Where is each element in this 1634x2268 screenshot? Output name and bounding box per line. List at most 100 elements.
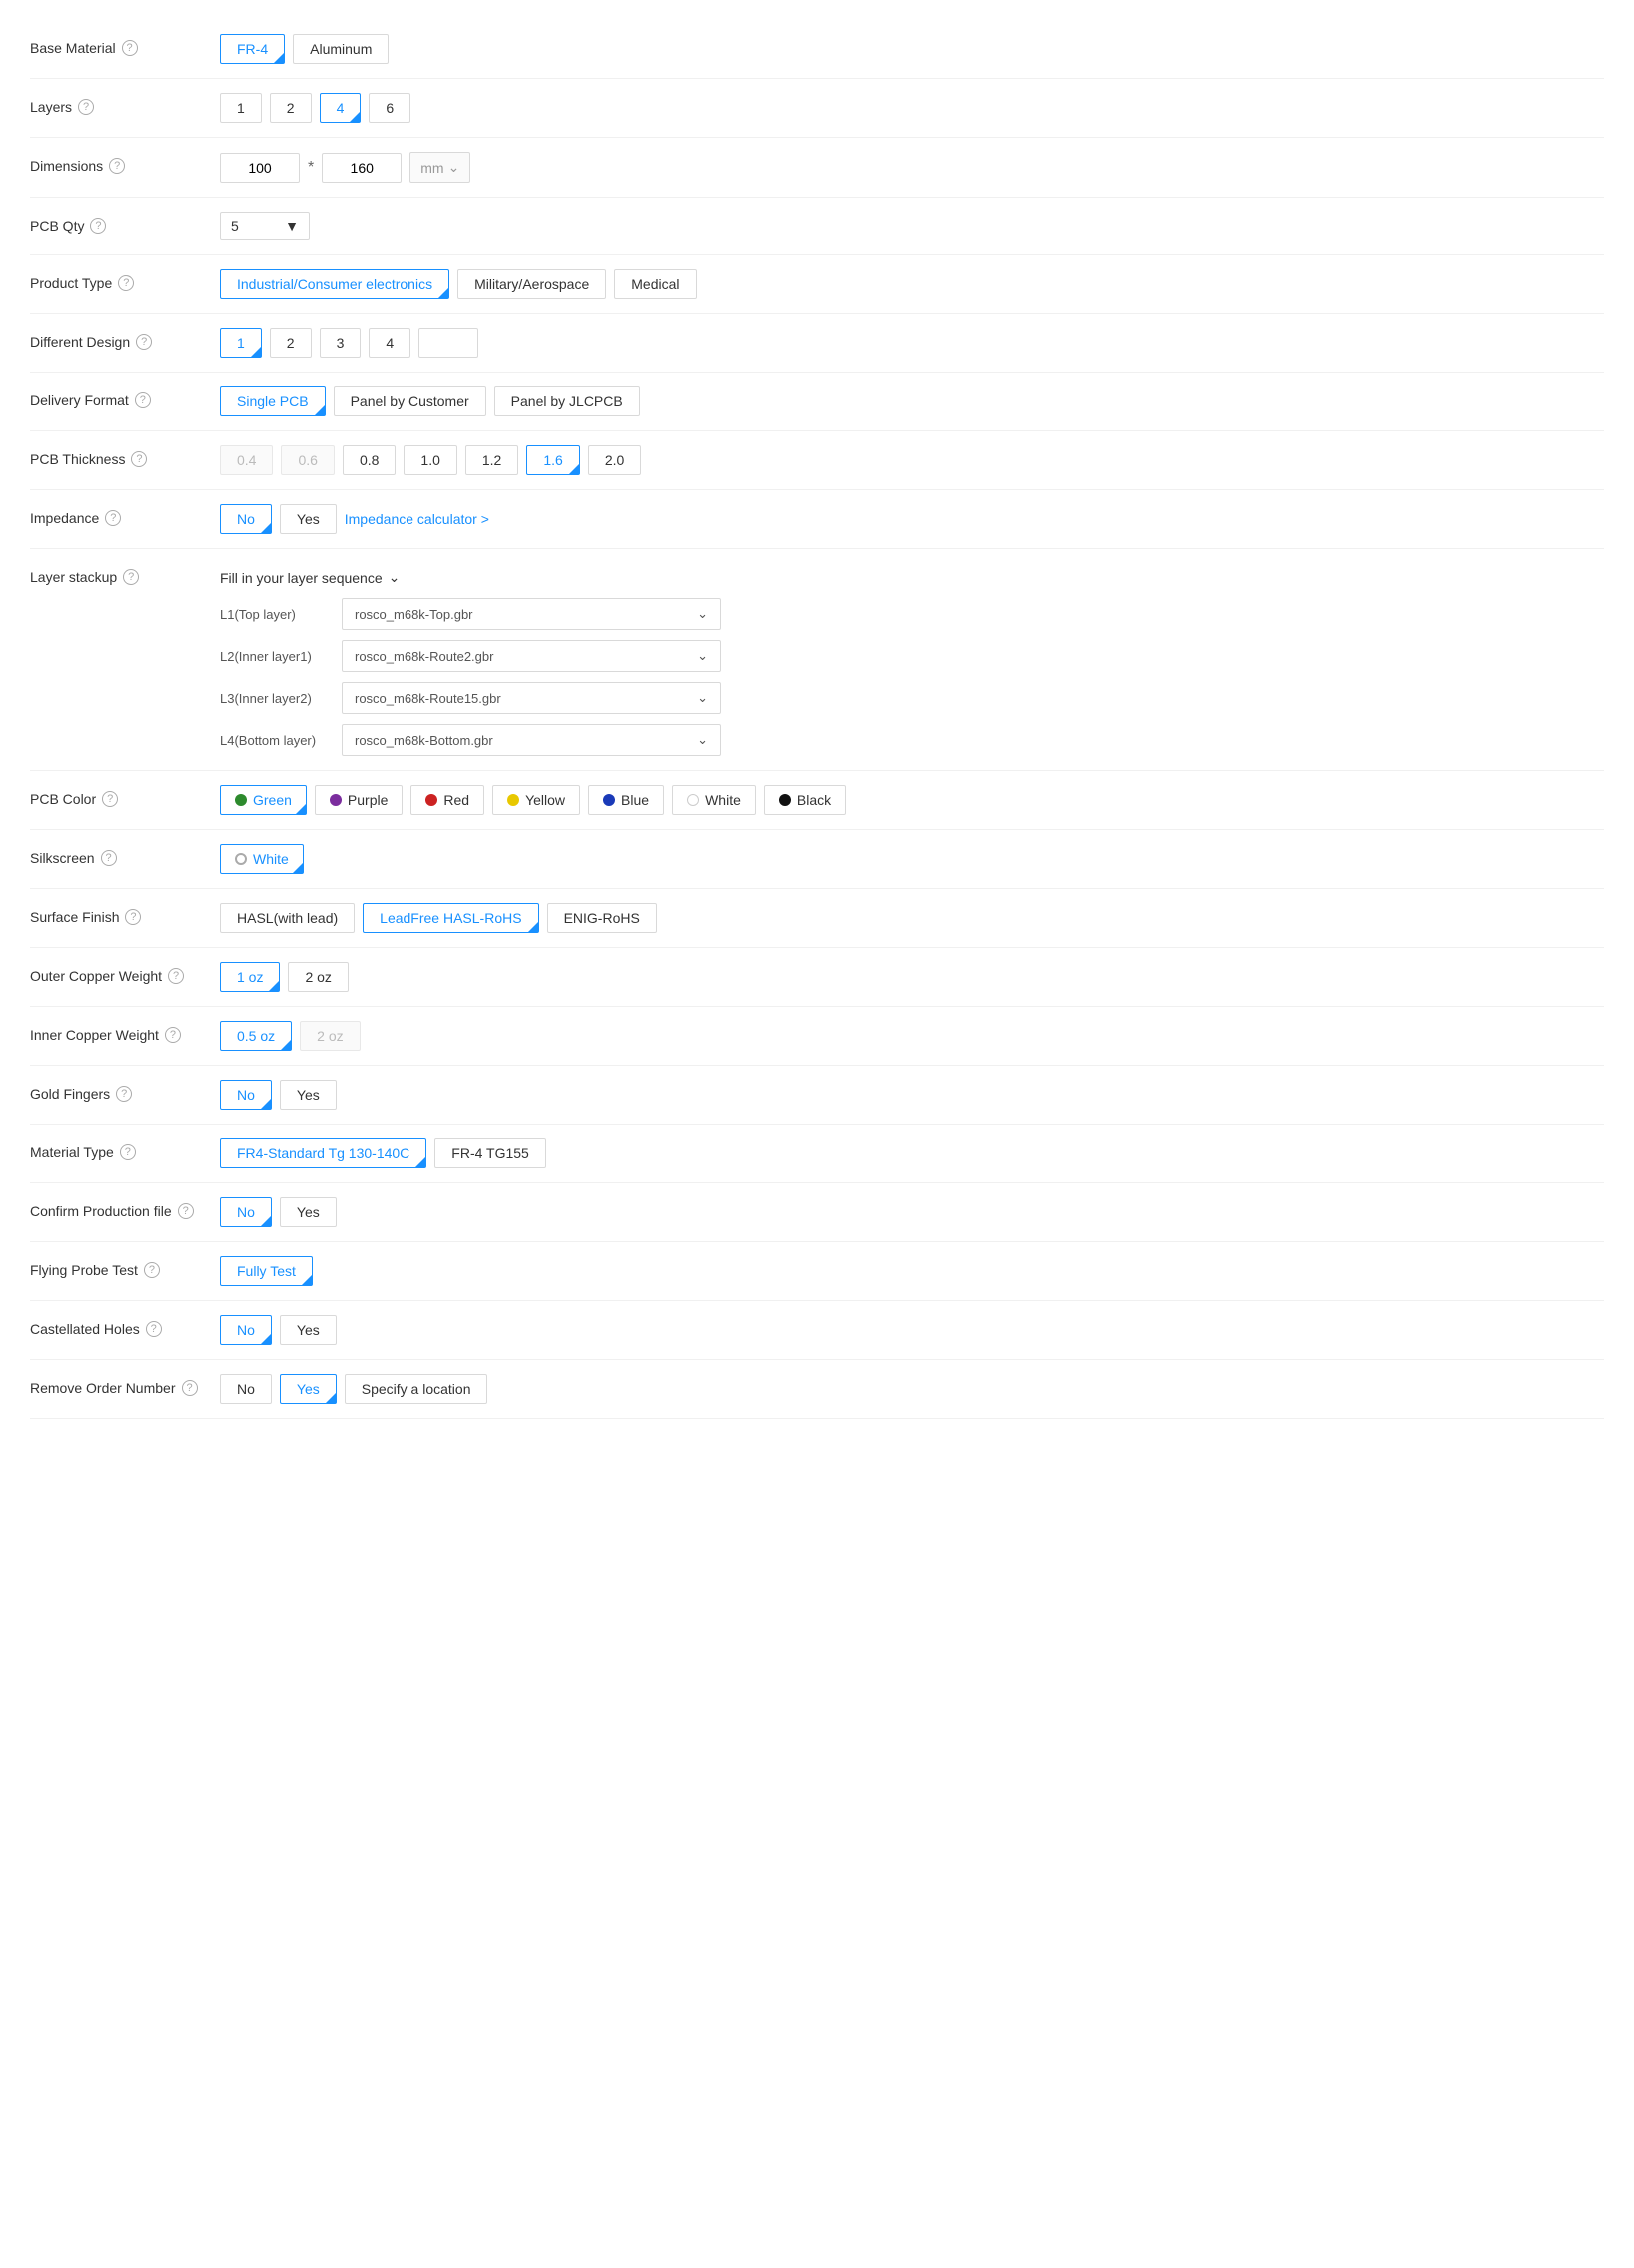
pcb-thickness-1.6[interactable]: 1.6 <box>526 445 579 475</box>
pcb-thickness-help[interactable]: ? <box>131 451 147 467</box>
base-material-aluminum[interactable]: Aluminum <box>293 34 389 64</box>
layer-stackup-header[interactable]: Fill in your layer sequence ⌄ <box>220 569 721 586</box>
layers-2[interactable]: 2 <box>270 93 312 123</box>
material-type-help[interactable]: ? <box>120 1144 136 1160</box>
gold-fingers-options: No Yes <box>220 1080 1604 1110</box>
silkscreen-help[interactable]: ? <box>101 850 117 866</box>
layer-stackup-row: Layer stackup ? Fill in your layer seque… <box>30 549 1604 771</box>
layer-l2-value: rosco_m68k-Route2.gbr <box>355 649 493 664</box>
pcb-color-purple[interactable]: Purple <box>315 785 403 815</box>
castellated-holes-help[interactable]: ? <box>146 1321 162 1337</box>
flying-probe-fully[interactable]: Fully Test <box>220 1256 313 1286</box>
gold-fingers-no[interactable]: No <box>220 1080 272 1110</box>
different-design-help[interactable]: ? <box>136 334 152 350</box>
layer-l4-select[interactable]: rosco_m68k-Bottom.gbr ⌄ <box>342 724 721 756</box>
pcb-color-white[interactable]: White <box>672 785 756 815</box>
castellated-holes-row: Castellated Holes ? No Yes <box>30 1301 1604 1360</box>
pcb-thickness-2.0[interactable]: 2.0 <box>588 445 641 475</box>
surface-finish-enig[interactable]: ENIG-RoHS <box>547 903 657 933</box>
inner-copper-help[interactable]: ? <box>165 1027 181 1043</box>
pcb-thickness-label: PCB Thickness ? <box>30 445 210 467</box>
layer-l2-select[interactable]: rosco_m68k-Route2.gbr ⌄ <box>342 640 721 672</box>
pcb-thickness-1.2[interactable]: 1.2 <box>465 445 518 475</box>
surface-finish-leadfree[interactable]: LeadFree HASL-RoHS <box>363 903 538 933</box>
product-type-help[interactable]: ? <box>118 275 134 291</box>
pcb-color-green[interactable]: Green <box>220 785 307 815</box>
dimensions-multiply: * <box>308 159 314 177</box>
silkscreen-row: Silkscreen ? White <box>30 830 1604 889</box>
layer-stackup-help[interactable]: ? <box>123 569 139 585</box>
castellated-holes-no[interactable]: No <box>220 1315 272 1345</box>
dimensions-height[interactable] <box>322 153 402 183</box>
layer-l1-select[interactable]: rosco_m68k-Top.gbr ⌄ <box>342 598 721 630</box>
base-material-options: FR-4 Aluminum <box>220 34 1604 64</box>
remove-order-number-specify[interactable]: Specify a location <box>345 1374 488 1404</box>
base-material-help[interactable]: ? <box>122 40 138 56</box>
remove-order-number-no[interactable]: No <box>220 1374 272 1404</box>
castellated-holes-yes[interactable]: Yes <box>280 1315 337 1345</box>
remove-order-number-help[interactable]: ? <box>182 1380 198 1396</box>
layer-l3-chevron: ⌄ <box>697 690 708 706</box>
product-type-military[interactable]: Military/Aerospace <box>457 269 606 299</box>
dimensions-unit[interactable]: mm ⌄ <box>409 152 470 183</box>
material-type-tg155[interactable]: FR-4 TG155 <box>434 1138 546 1168</box>
pcb-color-white-label: White <box>705 792 741 808</box>
layers-label: Layers ? <box>30 93 210 115</box>
different-design-custom[interactable] <box>418 328 478 358</box>
remove-order-number-row: Remove Order Number ? No Yes Specify a l… <box>30 1360 1604 1419</box>
gold-fingers-help[interactable]: ? <box>116 1086 132 1102</box>
different-design-1[interactable]: 1 <box>220 328 262 358</box>
silkscreen-white[interactable]: White <box>220 844 304 874</box>
surface-finish-help[interactable]: ? <box>125 909 141 925</box>
material-type-standard[interactable]: FR4-Standard Tg 130-140C <box>220 1138 426 1168</box>
delivery-format-single[interactable]: Single PCB <box>220 386 326 416</box>
different-design-4[interactable]: 4 <box>369 328 410 358</box>
product-type-industrial[interactable]: Industrial/Consumer electronics <box>220 269 449 299</box>
confirm-production-yes[interactable]: Yes <box>280 1197 337 1227</box>
pcb-color-help[interactable]: ? <box>102 791 118 807</box>
layers-help[interactable]: ? <box>78 99 94 115</box>
pcb-color-black[interactable]: Black <box>764 785 846 815</box>
different-design-label: Different Design ? <box>30 328 210 350</box>
pcb-color-blue[interactable]: Blue <box>588 785 664 815</box>
layers-4[interactable]: 4 <box>320 93 362 123</box>
delivery-format-help[interactable]: ? <box>135 392 151 408</box>
flying-probe-help[interactable]: ? <box>144 1262 160 1278</box>
pcb-qty-help[interactable]: ? <box>90 218 106 234</box>
confirm-production-row: Confirm Production file ? No Yes <box>30 1183 1604 1242</box>
base-material-fr4[interactable]: FR-4 <box>220 34 285 64</box>
surface-finish-hasl[interactable]: HASL(with lead) <box>220 903 355 933</box>
dimensions-width[interactable] <box>220 153 300 183</box>
pcb-color-red[interactable]: Red <box>410 785 484 815</box>
outer-copper-1oz[interactable]: 1 oz <box>220 962 280 992</box>
layer-l3-select[interactable]: rosco_m68k-Route15.gbr ⌄ <box>342 682 721 714</box>
confirm-production-label: Confirm Production file ? <box>30 1197 210 1219</box>
pcb-qty-select[interactable]: 5 ▼ <box>220 212 310 240</box>
product-type-medical[interactable]: Medical <box>614 269 696 299</box>
pcb-thickness-1.0[interactable]: 1.0 <box>404 445 456 475</box>
different-design-2[interactable]: 2 <box>270 328 312 358</box>
layers-6[interactable]: 6 <box>369 93 410 123</box>
inner-copper-0.5oz[interactable]: 0.5 oz <box>220 1021 292 1051</box>
different-design-row: Different Design ? 1 2 3 4 <box>30 314 1604 373</box>
outer-copper-2oz[interactable]: 2 oz <box>288 962 348 992</box>
pcb-thickness-0.6: 0.6 <box>281 445 334 475</box>
impedance-calculator-link[interactable]: Impedance calculator > <box>345 511 489 527</box>
delivery-format-panel-jlcpcb[interactable]: Panel by JLCPCB <box>494 386 640 416</box>
pcb-thickness-options: 0.4 0.6 0.8 1.0 1.2 1.6 2.0 <box>220 445 1604 475</box>
layers-1[interactable]: 1 <box>220 93 262 123</box>
delivery-format-panel-customer[interactable]: Panel by Customer <box>334 386 486 416</box>
purple-dot <box>330 794 342 806</box>
outer-copper-help[interactable]: ? <box>168 968 184 984</box>
impedance-help[interactable]: ? <box>105 510 121 526</box>
confirm-production-help[interactable]: ? <box>178 1203 194 1219</box>
pcb-thickness-0.8[interactable]: 0.8 <box>343 445 396 475</box>
different-design-3[interactable]: 3 <box>320 328 362 358</box>
dimensions-help[interactable]: ? <box>109 158 125 174</box>
impedance-no[interactable]: No <box>220 504 272 534</box>
gold-fingers-yes[interactable]: Yes <box>280 1080 337 1110</box>
confirm-production-no[interactable]: No <box>220 1197 272 1227</box>
remove-order-number-yes[interactable]: Yes <box>280 1374 337 1404</box>
impedance-yes[interactable]: Yes <box>280 504 337 534</box>
pcb-color-yellow[interactable]: Yellow <box>492 785 580 815</box>
